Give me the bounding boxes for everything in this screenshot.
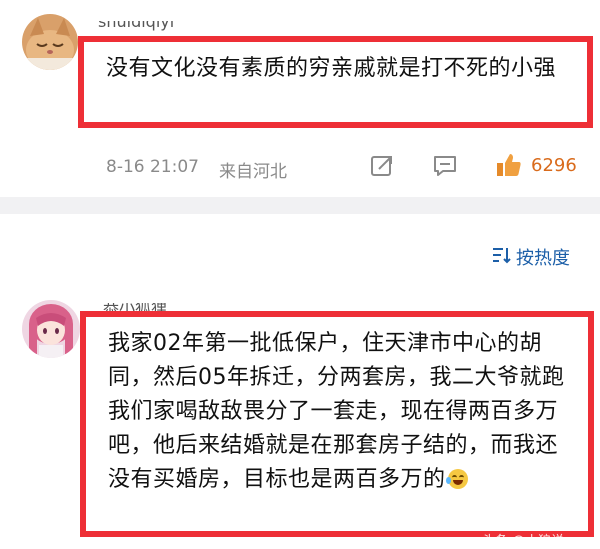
like-icon[interactable] <box>495 151 523 179</box>
comment-location: 来自河北 <box>219 162 287 182</box>
laughing-crying-emoji <box>445 469 468 489</box>
sort-button[interactable]: 按热度 <box>492 244 570 270</box>
watermark: 头条 @小狼说 <box>482 534 565 549</box>
cat-avatar-icon <box>22 14 78 70</box>
username[interactable]: shuidiqiyi <box>98 21 238 32</box>
comment-icon[interactable] <box>432 154 458 178</box>
avatar[interactable] <box>22 14 78 70</box>
comment-text: 没有文化没有素质的穷亲戚就是打不死的小强 <box>106 56 557 81</box>
comment-text: 我家02年第一批低保户，住天津市中心的胡同，然后05年拆迁，分两套房，我二大爷就… <box>108 331 565 492</box>
avatar[interactable] <box>22 300 80 358</box>
section-divider <box>0 197 600 214</box>
share-icon[interactable] <box>370 154 394 178</box>
highlighted-comment-box: 我家02年第一批低保户，住天津市中心的胡同，然后05年拆迁，分两套房，我二大爷就… <box>80 311 594 537</box>
comment-time: 8-16 21:07 <box>106 157 199 177</box>
like-count: 6296 <box>531 155 577 176</box>
sort-label: 按热度 <box>516 248 570 269</box>
sort-icon <box>492 246 512 269</box>
highlighted-comment-box: 没有文化没有素质的穷亲戚就是打不死的小强 <box>78 36 593 128</box>
anime-girl-avatar-icon <box>22 300 80 358</box>
